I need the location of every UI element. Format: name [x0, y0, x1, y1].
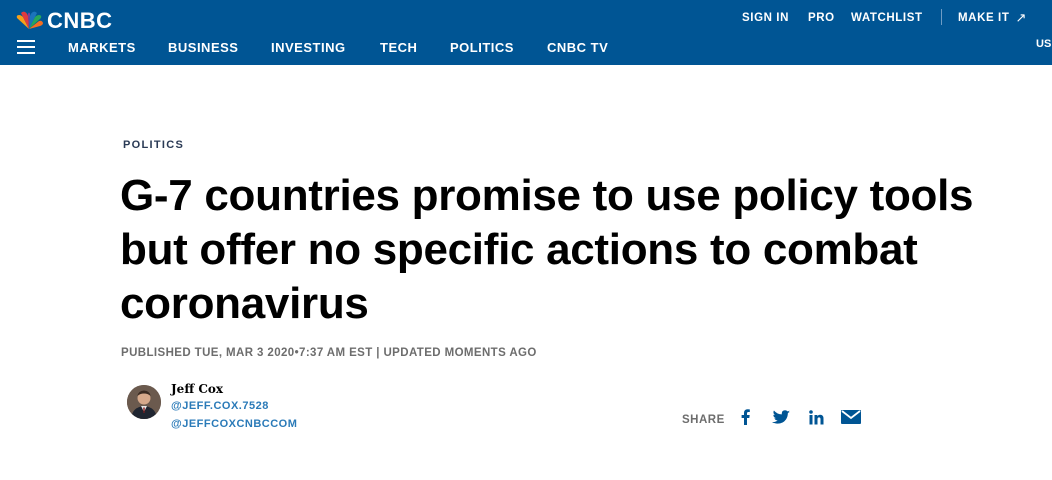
article-category-link[interactable]: POLITICS [123, 139, 184, 151]
author-facebook-handle[interactable]: @JEFF.COX.7528 [171, 400, 269, 412]
author-avatar[interactable] [127, 385, 161, 419]
pro-link[interactable]: PRO [808, 10, 835, 26]
author-name-link[interactable]: Jeff Cox [171, 382, 223, 396]
sign-in-link[interactable]: SIGN IN [742, 10, 789, 26]
make-it-label: MAKE IT [958, 12, 1010, 24]
peacock-logo-icon [16, 11, 43, 29]
facebook-icon[interactable] [738, 408, 752, 426]
author-photo-icon [127, 385, 161, 419]
nav-item-us-truncated[interactable]: US [1036, 38, 1051, 50]
nav-item-investing[interactable]: INVESTING [271, 40, 346, 55]
watchlist-link[interactable]: WATCHLIST [851, 10, 923, 26]
article-headline: G-7 countries promise to use policy tool… [120, 171, 974, 328]
nav-item-tech[interactable]: TECH [380, 40, 417, 55]
share-label: SHARE [682, 414, 725, 426]
nav-item-cnbc-tv[interactable]: CNBC TV [547, 40, 608, 55]
hamburger-menu-icon[interactable] [17, 40, 35, 54]
cnbc-logo[interactable]: CNBC [13, 8, 113, 34]
external-arrow-icon: ↗ [1015, 10, 1027, 25]
make-it-link[interactable]: MAKE IT ↗ [958, 10, 1027, 26]
top-navigation-bar: CNBC SIGN IN PRO WATCHLIST MAKE IT ↗ MAR… [0, 0, 1052, 65]
twitter-icon[interactable] [771, 408, 791, 426]
nav-item-markets[interactable]: MARKETS [68, 40, 136, 55]
logo-wordmark: CNBC [47, 8, 113, 33]
utility-divider [941, 9, 942, 25]
email-icon[interactable] [841, 408, 861, 426]
article-timestamp: PUBLISHED TUE, MAR 3 2020•7:37 AM EST | … [121, 347, 537, 359]
nav-item-business[interactable]: BUSINESS [168, 40, 238, 55]
linkedin-icon[interactable] [808, 408, 824, 426]
author-twitter-handle[interactable]: @JEFFCOXCNBCCOM [171, 418, 297, 430]
nav-item-politics[interactable]: POLITICS [450, 40, 514, 55]
